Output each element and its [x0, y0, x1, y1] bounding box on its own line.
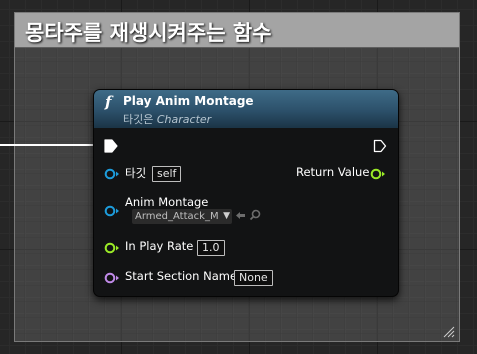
play-rate-value-field[interactable]: 1.0 [197, 240, 225, 256]
node-subtitle: 타깃은 Character [123, 111, 211, 127]
anim-montage-value: Armed_Attack_M [135, 211, 219, 222]
start-section-value-field[interactable]: None [234, 270, 273, 286]
function-icon: f [105, 93, 112, 111]
comment-header[interactable]: 몽타주를 재생시켜주는 함수 [15, 13, 459, 48]
exec-out-pin-icon[interactable] [373, 139, 387, 153]
dropdown-arrow-icon: ▼ [223, 211, 230, 221]
node-subtitle-prefix: 타깃은 [123, 113, 157, 126]
play-rate-label: In Play Rate [125, 239, 194, 253]
resize-grip-icon[interactable] [443, 326, 455, 338]
node-subtitle-target: Character [156, 113, 212, 126]
return-value-pin-icon[interactable] [370, 168, 386, 180]
target-label: 타깃 [125, 166, 147, 180]
start-section-label: Start Section Name [125, 269, 238, 283]
play-rate-pin-icon[interactable] [104, 242, 120, 254]
browse-asset-icon[interactable] [249, 209, 261, 221]
anim-montage-label: Anim Montage [125, 195, 209, 209]
target-value-field[interactable]: self [152, 166, 182, 182]
use-selected-asset-icon[interactable] [235, 210, 246, 221]
start-section-pin-icon[interactable] [104, 272, 120, 284]
return-value-label: Return Value [296, 165, 370, 179]
anim-montage-asset-dropdown[interactable]: Armed_Attack_M ▼ [132, 209, 232, 224]
node-title: Play Anim Montage [123, 94, 254, 108]
node-header[interactable]: f Play Anim Montage 타깃은 Character [94, 90, 398, 128]
target-pin-icon[interactable] [104, 168, 120, 180]
exec-in-pin-icon[interactable] [104, 139, 118, 153]
anim-montage-pin-icon[interactable] [104, 205, 120, 217]
play-anim-montage-node[interactable]: f Play Anim Montage 타깃은 Character 타깃 sel… [93, 89, 399, 297]
exec-wire[interactable] [0, 144, 100, 146]
comment-title[interactable]: 몽타주를 재생시켜주는 함수 [25, 17, 271, 47]
